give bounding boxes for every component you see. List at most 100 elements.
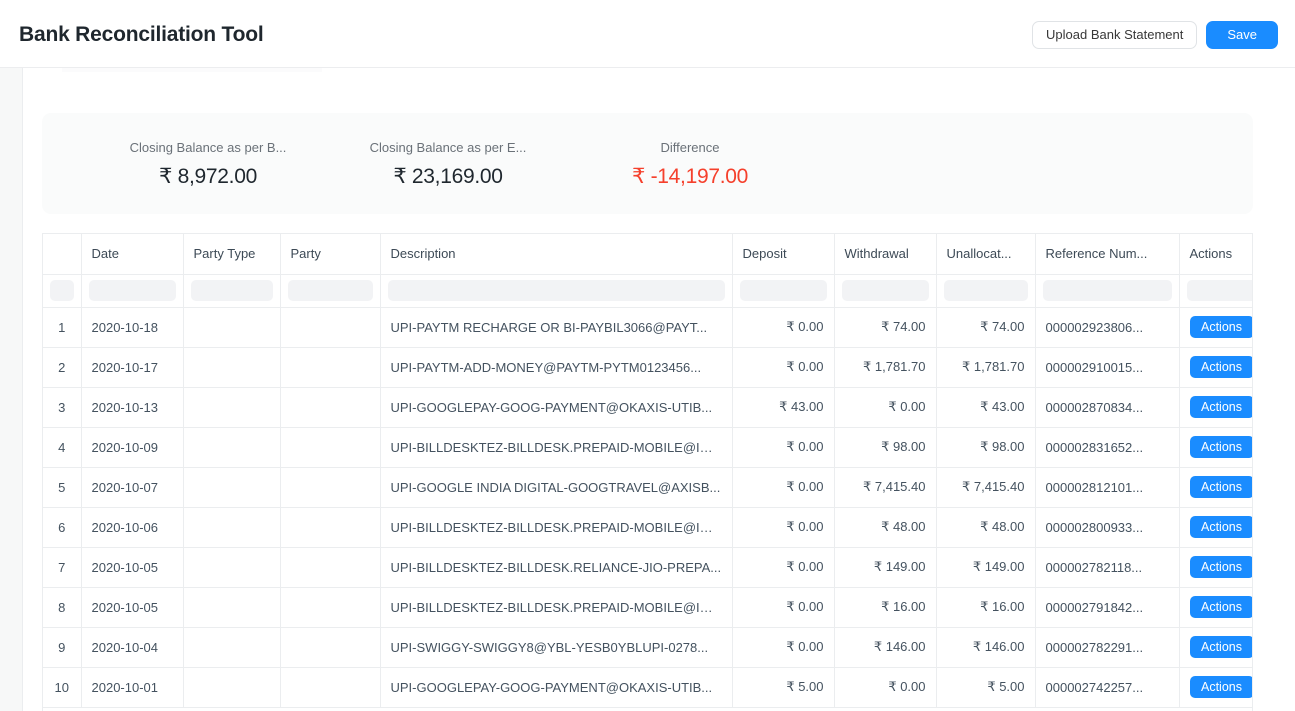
cell-deposit[interactable]: ₹ 0.00: [732, 347, 834, 387]
column-header-party-type[interactable]: Party Type: [183, 234, 280, 274]
cell-reference-number[interactable]: 000002923806...: [1035, 307, 1179, 347]
filter-input-index[interactable]: [50, 280, 74, 301]
cell-unallocated[interactable]: ₹ 5.00: [936, 667, 1035, 707]
cell-unallocated[interactable]: ₹ 98.00: [936, 427, 1035, 467]
column-header-party[interactable]: Party: [280, 234, 380, 274]
column-header-withdrawal[interactable]: Withdrawal: [834, 234, 936, 274]
cell-unallocated[interactable]: ₹ 1,781.70: [936, 347, 1035, 387]
cell-description[interactable]: UPI-BILLDESKTEZ-BILLDESK.PREPAID-MOBILE@…: [380, 427, 732, 467]
cell-description[interactable]: UPI-SWIGGY-SWIGGY8@YBL-YESB0YBLUPI-0278.…: [380, 627, 732, 667]
cell-description[interactable]: UPI-GOOGLEPAY-GOOG-PAYMENT@OKAXIS-UTIB..…: [380, 667, 732, 707]
cell-party-type[interactable]: [183, 347, 280, 387]
cell-party-type[interactable]: [183, 667, 280, 707]
column-header-unallocated[interactable]: Unallocat...: [936, 234, 1035, 274]
cell-date[interactable]: 2020-10-07: [81, 467, 183, 507]
upload-bank-statement-button[interactable]: Upload Bank Statement: [1032, 21, 1197, 49]
cell-party[interactable]: [280, 547, 380, 587]
filter-input-deposit[interactable]: [740, 280, 827, 301]
table-row[interactable]: 82020-10-05UPI-BILLDESKTEZ-BILLDESK.PREP…: [43, 587, 1253, 627]
cell-reference-number[interactable]: 000002910015...: [1035, 347, 1179, 387]
cell-reference-number[interactable]: 000002791842...: [1035, 587, 1179, 627]
cell-deposit[interactable]: ₹ 0.00: [732, 427, 834, 467]
filter-input-unallocated[interactable]: [944, 280, 1028, 301]
cell-date[interactable]: 2020-10-13: [81, 387, 183, 427]
cell-reference-number[interactable]: 000002800933...: [1035, 507, 1179, 547]
table-row[interactable]: 72020-10-05UPI-BILLDESKTEZ-BILLDESK.RELI…: [43, 547, 1253, 587]
cell-party-type[interactable]: [183, 627, 280, 667]
cell-deposit[interactable]: ₹ 0.00: [732, 587, 834, 627]
cell-reference-number[interactable]: 000002782291...: [1035, 627, 1179, 667]
cell-description[interactable]: UPI-PAYTM-ADD-MONEY@PAYTM-PYTM0123456...: [380, 347, 732, 387]
cell-withdrawal[interactable]: ₹ 149.00: [834, 547, 936, 587]
table-row[interactable]: 22020-10-17UPI-PAYTM-ADD-MONEY@PAYTM-PYT…: [43, 347, 1253, 387]
column-header-index[interactable]: [43, 234, 81, 274]
cell-date[interactable]: 2020-10-04: [81, 627, 183, 667]
cell-party-type[interactable]: [183, 427, 280, 467]
row-actions-button[interactable]: Actions: [1190, 676, 1254, 698]
cell-withdrawal[interactable]: ₹ 1,781.70: [834, 347, 936, 387]
table-row[interactable]: 12020-10-18UPI-PAYTM RECHARGE OR BI-PAYB…: [43, 307, 1253, 347]
column-header-reference-number[interactable]: Reference Num...: [1035, 234, 1179, 274]
cell-unallocated[interactable]: ₹ 7,415.40: [936, 467, 1035, 507]
table-row[interactable]: 52020-10-07UPI-GOOGLE INDIA DIGITAL-GOOG…: [43, 467, 1253, 507]
cell-party[interactable]: [280, 427, 380, 467]
cell-party[interactable]: [280, 387, 380, 427]
cell-description[interactable]: UPI-BILLDESKTEZ-BILLDESK.RELIANCE-JIO-PR…: [380, 547, 732, 587]
cell-withdrawal[interactable]: ₹ 16.00: [834, 587, 936, 627]
cell-party[interactable]: [280, 467, 380, 507]
cell-deposit[interactable]: ₹ 43.00: [732, 387, 834, 427]
cell-date[interactable]: 2020-10-06: [81, 507, 183, 547]
cell-description[interactable]: UPI-GOOGLE INDIA DIGITAL-GOOGTRAVEL@AXIS…: [380, 467, 732, 507]
cell-date[interactable]: 2020-10-09: [81, 427, 183, 467]
row-actions-button[interactable]: Actions: [1190, 476, 1254, 498]
cell-withdrawal[interactable]: ₹ 74.00: [834, 307, 936, 347]
filter-input-description[interactable]: [388, 280, 725, 301]
cell-unallocated[interactable]: ₹ 74.00: [936, 307, 1035, 347]
cell-date[interactable]: 2020-10-17: [81, 347, 183, 387]
cell-description[interactable]: UPI-GOOGLEPAY-GOOG-PAYMENT@OKAXIS-UTIB..…: [380, 387, 732, 427]
cell-party-type[interactable]: [183, 547, 280, 587]
cell-deposit[interactable]: ₹ 0.00: [732, 547, 834, 587]
filter-input-actions[interactable]: [1187, 280, 1254, 301]
cell-unallocated[interactable]: ₹ 149.00: [936, 547, 1035, 587]
table-row[interactable]: 62020-10-06UPI-BILLDESKTEZ-BILLDESK.PREP…: [43, 507, 1253, 547]
row-actions-button[interactable]: Actions: [1190, 516, 1254, 538]
table-row[interactable]: 102020-10-01UPI-GOOGLEPAY-GOOG-PAYMENT@O…: [43, 667, 1253, 707]
cell-deposit[interactable]: ₹ 0.00: [732, 467, 834, 507]
cell-reference-number[interactable]: 000002812101...: [1035, 467, 1179, 507]
transactions-table-container[interactable]: Date Party Type Party Description Deposi…: [42, 233, 1253, 711]
cell-reference-number[interactable]: 000002782118...: [1035, 547, 1179, 587]
row-actions-button[interactable]: Actions: [1190, 556, 1254, 578]
row-actions-button[interactable]: Actions: [1190, 636, 1254, 658]
cell-date[interactable]: 2020-10-05: [81, 547, 183, 587]
cell-description[interactable]: UPI-PAYTM RECHARGE OR BI-PAYBIL3066@PAYT…: [380, 307, 732, 347]
cell-withdrawal[interactable]: ₹ 7,415.40: [834, 467, 936, 507]
cell-party-type[interactable]: [183, 307, 280, 347]
cell-deposit[interactable]: ₹ 0.00: [732, 307, 834, 347]
cell-reference-number[interactable]: 000002831652...: [1035, 427, 1179, 467]
cell-deposit[interactable]: ₹ 0.00: [732, 507, 834, 547]
row-actions-button[interactable]: Actions: [1190, 316, 1254, 338]
table-row[interactable]: 42020-10-09UPI-BILLDESKTEZ-BILLDESK.PREP…: [43, 427, 1253, 467]
column-header-deposit[interactable]: Deposit: [732, 234, 834, 274]
cell-deposit[interactable]: ₹ 5.00: [732, 667, 834, 707]
cell-withdrawal[interactable]: ₹ 48.00: [834, 507, 936, 547]
column-header-date[interactable]: Date: [81, 234, 183, 274]
filter-input-party-type[interactable]: [191, 280, 273, 301]
cell-unallocated[interactable]: ₹ 43.00: [936, 387, 1035, 427]
cell-party[interactable]: [280, 667, 380, 707]
table-row[interactable]: 32020-10-13UPI-GOOGLEPAY-GOOG-PAYMENT@OK…: [43, 387, 1253, 427]
cell-description[interactable]: UPI-BILLDESKTEZ-BILLDESK.PREPAID-MOBILE@…: [380, 587, 732, 627]
table-row[interactable]: 92020-10-04UPI-SWIGGY-SWIGGY8@YBL-YESB0Y…: [43, 627, 1253, 667]
cell-party[interactable]: [280, 307, 380, 347]
cell-date[interactable]: 2020-10-05: [81, 587, 183, 627]
cell-date[interactable]: 2020-10-18: [81, 307, 183, 347]
cell-withdrawal[interactable]: ₹ 98.00: [834, 427, 936, 467]
column-header-actions[interactable]: Actions: [1179, 234, 1253, 274]
cell-description[interactable]: UPI-BILLDESKTEZ-BILLDESK.PREPAID-MOBILE@…: [380, 507, 732, 547]
cell-party-type[interactable]: [183, 507, 280, 547]
cell-party[interactable]: [280, 587, 380, 627]
cell-unallocated[interactable]: ₹ 48.00: [936, 507, 1035, 547]
cell-deposit[interactable]: ₹ 0.00: [732, 627, 834, 667]
row-actions-button[interactable]: Actions: [1190, 396, 1254, 418]
